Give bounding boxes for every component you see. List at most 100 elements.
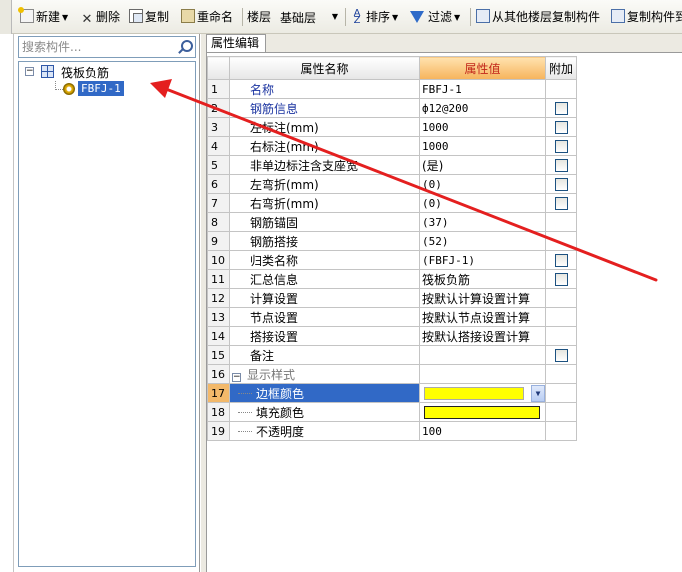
group-name[interactable]: − 显示样式: [229, 364, 420, 384]
property-value[interactable]: 100: [419, 421, 546, 441]
extra-checkbox[interactable]: [554, 102, 568, 115]
table-row[interactable]: 10 归类名称 (FBFJ-1): [207, 250, 577, 270]
row-number: 8: [207, 212, 230, 232]
header-extra[interactable]: 附加: [545, 56, 577, 80]
table-row[interactable]: 3 左标注(mm) 1000: [207, 117, 577, 137]
property-value[interactable]: 1000: [419, 136, 546, 156]
table-row[interactable]: 4 右标注(mm) 1000: [207, 136, 577, 156]
tree-child-item[interactable]: FBFJ-1: [78, 81, 124, 96]
property-name[interactable]: 右弯折(mm): [229, 193, 420, 213]
rename-button[interactable]: 重命名: [181, 8, 233, 26]
row-number: 16: [207, 364, 230, 384]
component-copy-icon: [611, 9, 625, 23]
table-row-selected[interactable]: 17 边框颜色 ▼: [207, 383, 577, 403]
extra-checkbox[interactable]: [554, 140, 568, 153]
tab-property-edit[interactable]: 属性编辑: [206, 34, 266, 52]
new-button[interactable]: 新建 ▼: [18, 7, 68, 26]
table-row[interactable]: 14 搭接设置 按默认搭接设置计算: [207, 326, 577, 346]
delete-button[interactable]: ✕ 删除: [80, 8, 120, 27]
extra-checkbox[interactable]: [554, 121, 568, 134]
copy-icon: [129, 9, 143, 23]
property-name[interactable]: 左弯折(mm): [229, 174, 420, 194]
property-value[interactable]: [419, 345, 546, 365]
property-value[interactable]: 按默认搭接设置计算: [419, 326, 546, 346]
header-property-value[interactable]: 属性值: [419, 56, 546, 80]
border-color-dropdown[interactable]: ▼: [419, 383, 546, 403]
chevron-down-icon[interactable]: ▼: [531, 384, 545, 402]
property-value[interactable]: 按默认计算设置计算: [419, 288, 546, 308]
property-value[interactable]: (0): [419, 193, 546, 213]
extra-checkbox[interactable]: [554, 254, 568, 267]
filter-icon: [410, 11, 424, 23]
extra-cell: [545, 269, 577, 289]
extra-checkbox[interactable]: [554, 159, 568, 172]
table-row[interactable]: 12 计算设置 按默认计算设置计算: [207, 288, 577, 308]
property-value[interactable]: 1000: [419, 117, 546, 137]
property-value[interactable]: (52): [419, 231, 546, 251]
property-name[interactable]: 边框颜色: [229, 383, 420, 403]
property-value[interactable]: 筏板负筋: [419, 269, 546, 289]
table-row[interactable]: 5 非单边标注含支座宽 (是): [207, 155, 577, 175]
toolbar-separator: [470, 8, 471, 26]
property-name[interactable]: 备注: [229, 345, 420, 365]
copy-from-floor-button[interactable]: 从其他楼层复制构件: [476, 8, 600, 26]
property-value[interactable]: (是): [419, 155, 546, 175]
group-row[interactable]: 16 − 显示样式: [207, 364, 577, 384]
property-value[interactable]: FBFJ-1: [419, 79, 546, 99]
extra-checkbox[interactable]: [554, 178, 568, 191]
table-row[interactable]: 1 名称 FBFJ-1: [207, 79, 577, 99]
property-name[interactable]: 填充颜色: [229, 402, 420, 422]
property-name[interactable]: 节点设置: [229, 307, 420, 327]
property-name[interactable]: 归类名称: [229, 250, 420, 270]
property-value[interactable]: (37): [419, 212, 546, 232]
property-name[interactable]: 搭接设置: [229, 326, 420, 346]
property-name[interactable]: 钢筋锚固: [229, 212, 420, 232]
table-row[interactable]: 7 右弯折(mm) (0): [207, 193, 577, 213]
table-row[interactable]: 18 填充颜色: [207, 402, 577, 422]
copy-button[interactable]: 复制: [129, 8, 169, 26]
property-name[interactable]: 右标注(mm): [229, 136, 420, 156]
floor-select[interactable]: 基础层 ▼: [278, 7, 342, 27]
extra-cell: [545, 250, 577, 270]
table-row[interactable]: 8 钢筋锚固 (37): [207, 212, 577, 232]
extra-checkbox[interactable]: [554, 349, 568, 362]
header-property-name[interactable]: 属性名称: [229, 56, 420, 80]
property-name[interactable]: 钢筋搭接: [229, 231, 420, 251]
tree-root-item[interactable]: 筏板负筋: [61, 64, 109, 81]
row-number: 9: [207, 231, 230, 251]
fill-color-swatch: [424, 405, 540, 419]
search-input[interactable]: [19, 37, 175, 57]
property-name[interactable]: 计算设置: [229, 288, 420, 308]
row-number: 14: [207, 326, 230, 346]
property-value[interactable]: 按默认节点设置计算: [419, 307, 546, 327]
component-list-panel: − 筏板负筋 FBFJ-1: [14, 34, 200, 572]
table-row[interactable]: 15 备注: [207, 345, 577, 365]
fill-color-value[interactable]: [419, 402, 546, 422]
table-row[interactable]: 19 不透明度 100: [207, 421, 577, 441]
table-row[interactable]: 13 节点设置 按默认节点设置计算: [207, 307, 577, 327]
table-row[interactable]: 11 汇总信息 筏板负筋: [207, 269, 577, 289]
row-number: 10: [207, 250, 230, 270]
property-value[interactable]: ф12@200: [419, 98, 546, 118]
property-name[interactable]: 左标注(mm): [229, 117, 420, 137]
property-value[interactable]: (0): [419, 174, 546, 194]
property-name[interactable]: 非单边标注含支座宽: [229, 155, 420, 175]
copy-component-button[interactable]: 复制构件到: [611, 8, 682, 26]
table-row[interactable]: 2 钢筋信息 ф12@200: [207, 98, 577, 118]
extra-checkbox[interactable]: [554, 273, 568, 286]
property-name[interactable]: 名称: [229, 79, 420, 99]
table-row[interactable]: 9 钢筋搭接 (52): [207, 231, 577, 251]
search-icon[interactable]: [177, 40, 193, 54]
color-dropdown[interactable]: ▼: [422, 384, 545, 402]
property-name[interactable]: 钢筋信息: [229, 98, 420, 118]
table-row[interactable]: 6 左弯折(mm) (0): [207, 174, 577, 194]
extra-checkbox[interactable]: [554, 197, 568, 210]
collapse-toggle[interactable]: −: [232, 372, 241, 382]
property-value[interactable]: (FBFJ-1): [419, 250, 546, 270]
sort-button[interactable]: A Z 排序 ▼: [350, 8, 399, 26]
collapse-toggle[interactable]: −: [25, 67, 34, 76]
property-name[interactable]: 不透明度: [229, 421, 420, 441]
property-name[interactable]: 汇总信息: [229, 269, 420, 289]
row-number: 15: [207, 345, 230, 365]
filter-button[interactable]: 过滤 ▼: [410, 8, 460, 26]
